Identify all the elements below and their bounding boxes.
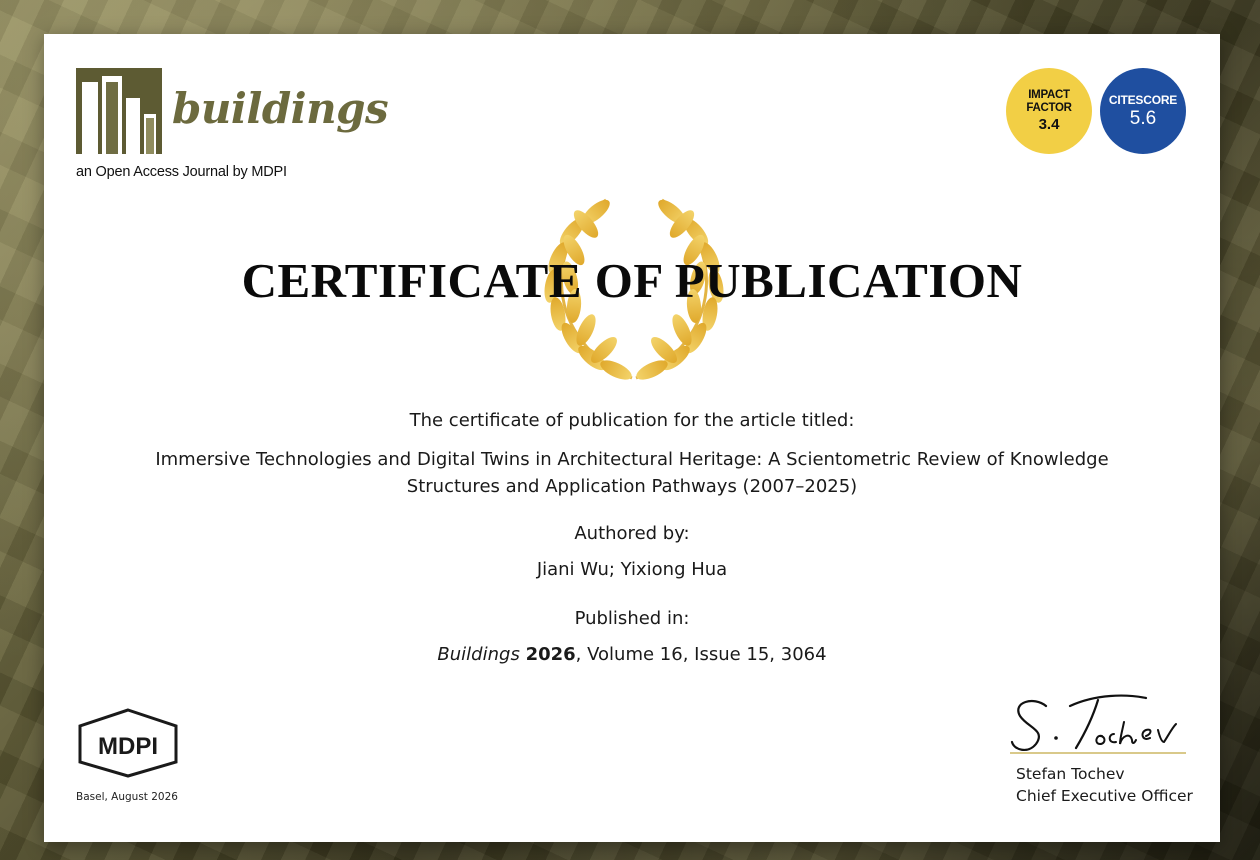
journal-name: buildings xyxy=(172,84,389,133)
article-title: Immersive Technologies and Digital Twins… xyxy=(44,446,1220,500)
publication-volume-issue: , Volume 16, Issue 15, 3064 xyxy=(575,644,827,665)
mdpi-logo-text: MDPI xyxy=(98,733,158,760)
publication-year: 2026 xyxy=(525,644,576,665)
intro-text: The certificate of publication for the a… xyxy=(409,410,855,431)
publication-details: Buildings 2026, Volume 16, Issue 15, 306… xyxy=(44,644,1220,665)
mdpi-logo: MDPI xyxy=(78,708,178,778)
journal-tagline: an Open Access Journal by MDPI xyxy=(76,164,287,180)
signature xyxy=(1010,694,1177,751)
authored-label: Authored by: xyxy=(574,523,690,544)
impact-factor-value: 3.4 xyxy=(1038,116,1060,133)
signer-role: Chief Executive Officer xyxy=(1016,787,1193,805)
certificate-card: buildings an Open Access Journal by MDPI… xyxy=(44,34,1220,842)
signature-line xyxy=(1010,752,1186,754)
buildings-logo-icon xyxy=(76,68,162,154)
place-date: Basel, August 2026 xyxy=(76,791,178,803)
impact-factor-badge: IMPACT FACTOR 3.4 xyxy=(1006,68,1092,154)
certificate-title: CERTIFICATE OF PUBLICATION xyxy=(241,253,1023,308)
publication-journal-name: Buildings xyxy=(437,644,520,665)
citescore-value: 5.6 xyxy=(1129,107,1157,129)
citescore-badge: CITESCORE 5.6 xyxy=(1100,68,1186,154)
citescore-label: CITESCORE xyxy=(1108,92,1178,107)
signer-name: Stefan Tochev xyxy=(1016,765,1125,783)
impact-factor-label: IMPACT FACTOR xyxy=(1026,89,1072,114)
article-title-line-2: Structures and Application Pathways (200… xyxy=(406,476,858,497)
authors: Jiani Wu; Yixiong Hua xyxy=(536,559,728,580)
article-title-line-1: Immersive Technologies and Digital Twins… xyxy=(155,449,1109,470)
published-label: Published in: xyxy=(574,608,690,629)
